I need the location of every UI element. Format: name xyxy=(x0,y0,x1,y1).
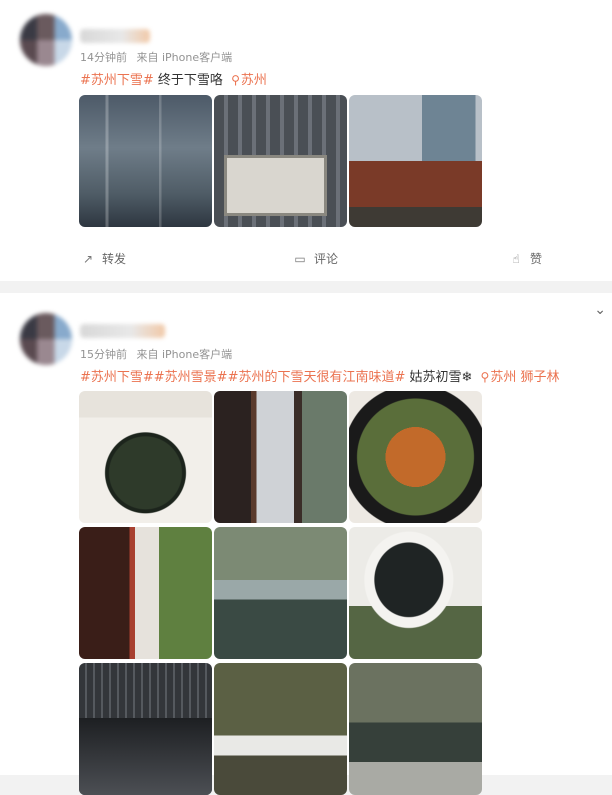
post-text: #苏州下雪##苏州雪景##苏州的下雪天很有江南味道# 姑苏初雪❄ ⚲苏州 狮子林 xyxy=(80,366,559,385)
location-label: 苏州 xyxy=(240,73,267,88)
post-card: 15分钟前 来自 iPhone客户端 #苏州下雪##苏州雪景##苏州的下雪天很有… xyxy=(0,293,612,795)
comment-label: 评论 xyxy=(314,252,339,266)
like-label: 赞 xyxy=(530,252,543,266)
repost-button[interactable]: ↗ 转发 xyxy=(80,250,126,267)
post-image[interactable] xyxy=(214,527,347,659)
post-meta: 15分钟前 来自 iPhone客户端 xyxy=(80,346,238,362)
post-time[interactable]: 14分钟前 xyxy=(80,51,127,64)
post-source: 来自 iPhone客户端 xyxy=(136,348,233,361)
post-image[interactable] xyxy=(349,391,482,523)
like-icon: ☝ xyxy=(512,252,520,266)
post-image[interactable] xyxy=(349,527,482,659)
post-image[interactable] xyxy=(214,663,347,795)
post-text: #苏州下雪# 终于下雪咯 ⚲苏州 xyxy=(80,69,267,88)
post-source: 来自 iPhone客户端 xyxy=(136,51,233,64)
post-image[interactable] xyxy=(79,95,212,227)
post-card: 14分钟前 来自 iPhone客户端 #苏州下雪# 终于下雪咯 ⚲苏州 ↗ 转发 … xyxy=(0,0,612,281)
location-label: 苏州 狮子林 xyxy=(490,370,560,385)
post-image[interactable] xyxy=(349,95,482,227)
comment-icon: ▭ xyxy=(294,252,306,266)
chevron-down-icon[interactable]: ⌄ xyxy=(594,302,606,318)
location-pin-icon: ⚲ xyxy=(231,73,240,87)
post-time[interactable]: 15分钟前 xyxy=(80,348,127,361)
post-image[interactable] xyxy=(214,391,347,523)
location-link[interactable]: ⚲苏州 狮子林 xyxy=(481,370,560,385)
repost-label: 转发 xyxy=(102,252,127,266)
post-body: 姑苏初雪❄ xyxy=(405,370,473,385)
username[interactable] xyxy=(80,29,150,43)
location-link[interactable]: ⚲苏州 xyxy=(231,73,267,88)
comment-button[interactable]: ▭ 评论 xyxy=(292,250,338,267)
post-image[interactable] xyxy=(349,663,482,795)
post-image[interactable] xyxy=(79,663,212,795)
location-pin-icon: ⚲ xyxy=(480,370,490,384)
repost-icon: ↗ xyxy=(82,252,94,266)
avatar[interactable] xyxy=(20,313,72,365)
post-actions: ↗ 转发 ▭ 评论 ☝ 赞 xyxy=(0,250,612,270)
post-image[interactable] xyxy=(214,95,347,227)
hashtag-link[interactable]: #苏州下雪##苏州雪景##苏州的下雪天很有江南味道# xyxy=(80,370,405,385)
username[interactable] xyxy=(80,324,165,338)
post-body: 终于下雪咯 xyxy=(153,73,223,88)
post-image[interactable] xyxy=(79,527,212,659)
post-meta: 14分钟前 来自 iPhone客户端 xyxy=(80,49,238,65)
hashtag-link[interactable]: #苏州下雪# xyxy=(80,73,154,88)
like-button[interactable]: ☝ 赞 xyxy=(508,250,542,267)
avatar[interactable] xyxy=(20,14,72,66)
post-image[interactable] xyxy=(79,391,212,523)
